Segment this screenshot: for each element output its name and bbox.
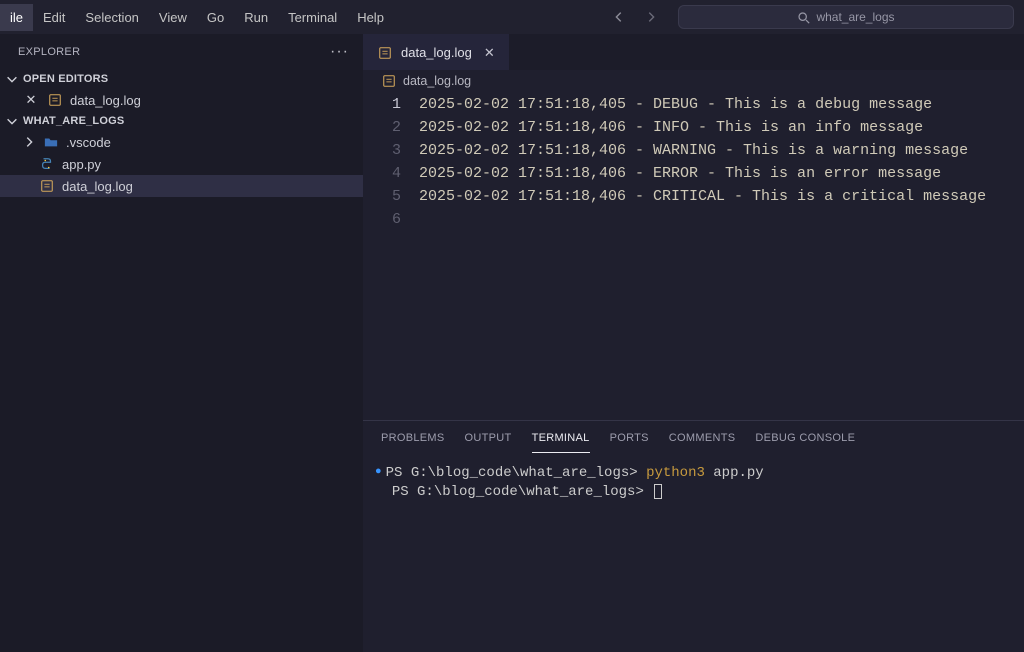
- python-file-icon: [38, 157, 56, 171]
- folder-name: .vscode: [66, 135, 111, 150]
- terminal-dot-icon: ●: [375, 463, 382, 482]
- log-file-icon: [381, 73, 397, 89]
- menu-run[interactable]: Run: [234, 4, 278, 31]
- editor-body[interactable]: 123456 2025-02-02 17:51:18,405 - DEBUG -…: [363, 92, 1024, 420]
- menu-edit[interactable]: Edit: [33, 4, 75, 31]
- folder-icon: [42, 135, 60, 149]
- explorer-title: EXPLORER: [18, 46, 80, 58]
- tab-close-icon[interactable]: ✕: [480, 45, 499, 61]
- close-editor-icon[interactable]: ✕: [22, 92, 40, 108]
- terminal-line: ●PS G:\blog_code\what_are_logs> python3 …: [375, 463, 1012, 483]
- chevron-down-icon: [5, 114, 19, 128]
- chevron-down-icon: [5, 72, 19, 86]
- nav-arrows: [604, 6, 666, 28]
- menu-file[interactable]: ile: [0, 4, 33, 31]
- file-name: data_log.log: [62, 179, 133, 194]
- open-editor-filename: data_log.log: [70, 93, 141, 108]
- terminal-body[interactable]: ●PS G:\blog_code\what_are_logs> python3 …: [363, 455, 1024, 652]
- log-file-icon: [38, 179, 56, 193]
- folder-item-vscode[interactable]: .vscode: [0, 131, 363, 153]
- code-content[interactable]: 2025-02-02 17:51:18,405 - DEBUG - This i…: [419, 93, 1024, 420]
- file-item-data-log[interactable]: data_log.log: [0, 175, 363, 197]
- panel-tab-comments[interactable]: COMMENTS: [669, 424, 736, 452]
- menu-selection[interactable]: Selection: [75, 4, 148, 31]
- search-icon: [797, 11, 810, 24]
- terminal-line: PS G:\blog_code\what_are_logs>: [375, 483, 1012, 502]
- file-item-app-py[interactable]: app.py: [0, 153, 363, 175]
- menu-bar: ile Edit Selection View Go Run Terminal …: [0, 4, 394, 31]
- workspace-header[interactable]: WHAT_ARE_LOGS: [0, 111, 363, 131]
- sidebar-header: EXPLORER ···: [0, 34, 363, 69]
- breadcrumb[interactable]: data_log.log: [363, 70, 1024, 92]
- bottom-panel: PROBLEMS OUTPUT TERMINAL PORTS COMMENTS …: [363, 420, 1024, 652]
- title-bar: ile Edit Selection View Go Run Terminal …: [0, 0, 1024, 34]
- menu-terminal[interactable]: Terminal: [278, 4, 347, 31]
- tab-label: data_log.log: [401, 45, 472, 60]
- panel-tab-problems[interactable]: PROBLEMS: [381, 424, 445, 452]
- chevron-right-icon: [22, 135, 36, 149]
- explorer-more-icon[interactable]: ···: [330, 43, 349, 61]
- editor-tabs: data_log.log ✕: [363, 34, 1024, 70]
- panel-tab-ports[interactable]: PORTS: [610, 424, 649, 452]
- explorer-sidebar: EXPLORER ··· OPEN EDITORS ✕ data_log.log…: [0, 34, 363, 652]
- panel-tabs: PROBLEMS OUTPUT TERMINAL PORTS COMMENTS …: [363, 421, 1024, 455]
- menu-help[interactable]: Help: [347, 4, 394, 31]
- search-text: what_are_logs: [816, 10, 894, 24]
- log-file-icon: [377, 45, 393, 61]
- panel-tab-output[interactable]: OUTPUT: [465, 424, 512, 452]
- breadcrumb-file: data_log.log: [403, 74, 471, 88]
- line-gutter: 123456: [363, 93, 419, 420]
- menu-go[interactable]: Go: [197, 4, 234, 31]
- tab-data-log[interactable]: data_log.log ✕: [363, 34, 509, 70]
- panel-tab-terminal[interactable]: TERMINAL: [532, 424, 590, 453]
- log-file-icon: [46, 93, 64, 107]
- open-editors-header[interactable]: OPEN EDITORS: [0, 69, 363, 89]
- open-editors-label: OPEN EDITORS: [23, 73, 108, 85]
- nav-back-icon[interactable]: [604, 6, 634, 28]
- workspace-label: WHAT_ARE_LOGS: [23, 115, 124, 127]
- command-center-search[interactable]: what_are_logs: [678, 5, 1014, 29]
- open-editor-item[interactable]: ✕ data_log.log: [0, 89, 363, 111]
- editor-area: data_log.log ✕ data_log.log 123456 2025-…: [363, 34, 1024, 652]
- terminal-cursor: [654, 484, 662, 499]
- file-name: app.py: [62, 157, 101, 172]
- panel-tab-debug-console[interactable]: DEBUG CONSOLE: [755, 424, 855, 452]
- menu-view[interactable]: View: [149, 4, 197, 31]
- nav-forward-icon[interactable]: [636, 6, 666, 28]
